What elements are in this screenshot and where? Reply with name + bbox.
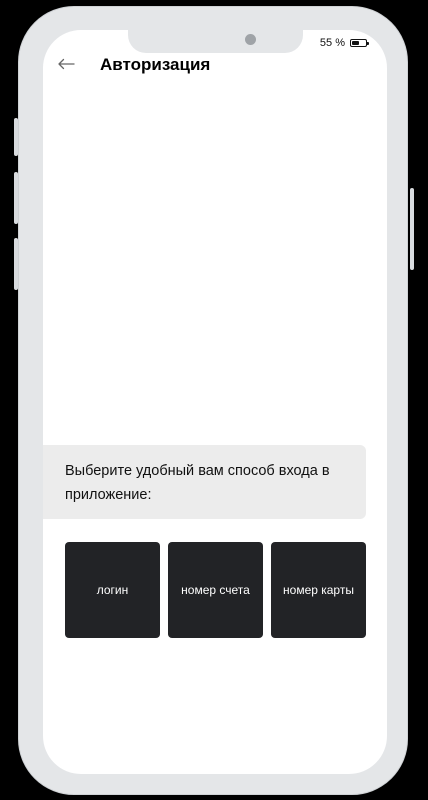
battery-level <box>352 41 359 45</box>
volume-up-button <box>14 172 18 224</box>
option-label: номер счета <box>181 583 250 597</box>
status-bar: 55 % <box>319 37 369 49</box>
battery-icon <box>350 39 369 47</box>
prompt-text: Выберите удобный вам способ входа в прил… <box>65 463 330 503</box>
login-options: логин номер счета номер карты <box>65 542 366 638</box>
arrow-left-icon <box>58 58 75 70</box>
page-title: Авторизация <box>100 55 211 74</box>
mute-switch <box>14 118 18 156</box>
login-method-prompt: Выберите удобный вам способ входа в прил… <box>43 445 366 519</box>
battery-percent: 55 % <box>319 37 345 49</box>
option-label: номер карты <box>283 583 354 597</box>
volume-down-button <box>14 238 18 290</box>
login-by-card-number-button[interactable]: номер карты <box>271 542 366 638</box>
login-by-account-number-button[interactable]: номер счета <box>168 542 263 638</box>
notch <box>128 30 303 53</box>
login-by-username-button[interactable]: логин <box>65 542 160 638</box>
option-label: логин <box>96 583 129 597</box>
power-button <box>410 188 414 270</box>
phone-screen: 55 % Авторизация Выберите удобный вам сп… <box>43 30 387 774</box>
front-camera <box>245 34 256 45</box>
back-button[interactable] <box>56 54 76 74</box>
